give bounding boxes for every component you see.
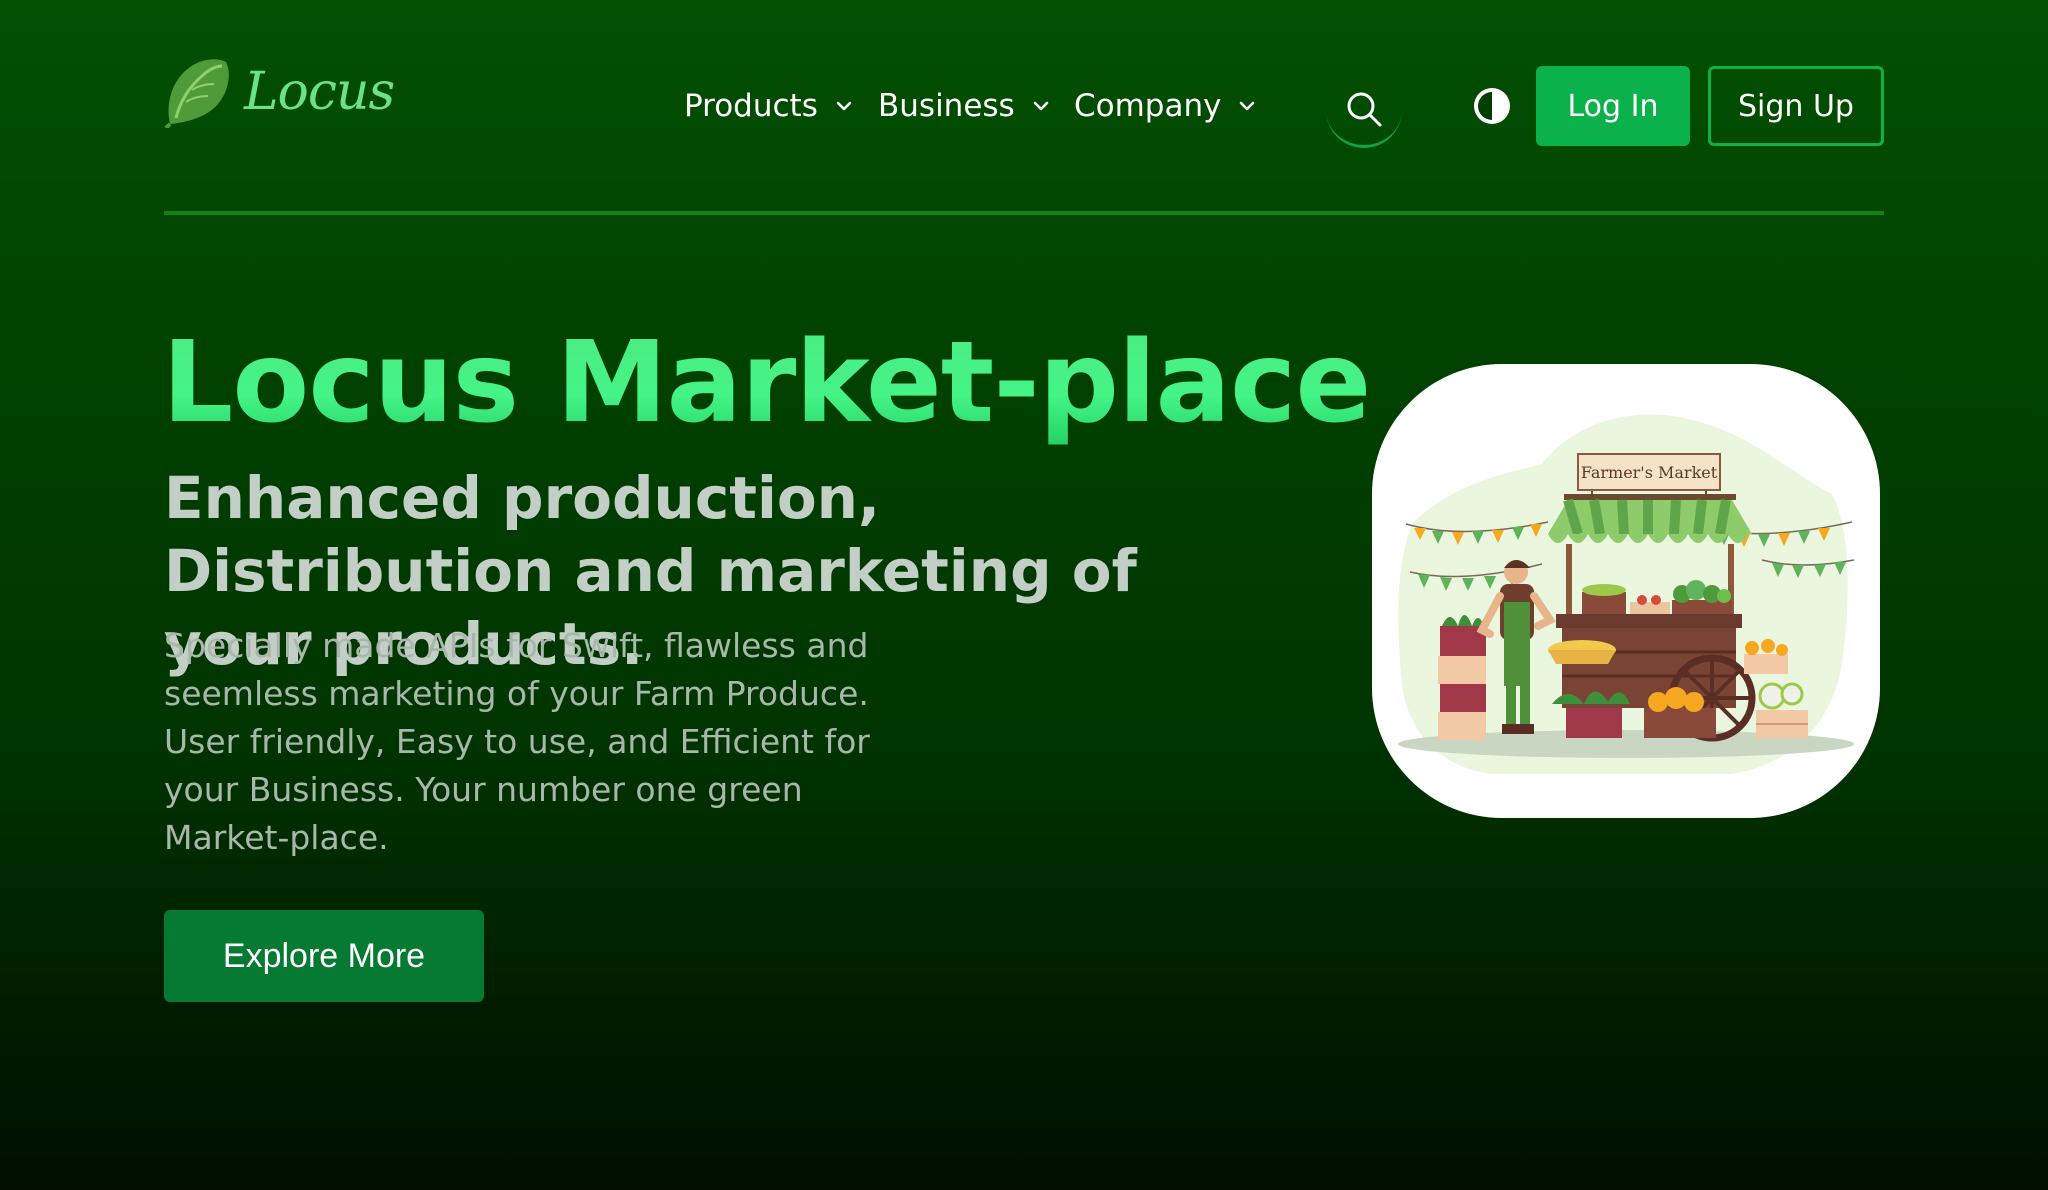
nav-products-label: Products [684, 88, 818, 124]
search-button[interactable] [1326, 72, 1402, 148]
explore-more-button[interactable]: Explore More [164, 910, 484, 1002]
nav-company-label: Company [1074, 88, 1222, 124]
header-divider [164, 211, 1884, 215]
nav-business[interactable]: Business [878, 86, 1051, 126]
market-stall-graphic: Farmer's Market [1398, 414, 1855, 774]
sign-text: Farmer's Market [1581, 463, 1718, 482]
hero-title: Locus Market-place [162, 318, 1371, 448]
farmers-market-illustration: Farmer's Market [1372, 364, 1880, 818]
nav-company[interactable]: Company [1074, 86, 1257, 126]
brand-name: Locus [244, 62, 395, 122]
contrast-icon[interactable] [1470, 84, 1514, 128]
chevron-down-icon [1240, 101, 1255, 111]
hero-description: Specially made APIs for Swift, flawless … [164, 626, 870, 857]
login-button[interactable]: Log In [1536, 66, 1690, 146]
brand-logo[interactable]: Locus [162, 56, 395, 136]
nav-products[interactable]: Products [684, 86, 854, 126]
nav-business-label: Business [878, 88, 1015, 124]
chevron-down-icon [1033, 101, 1049, 111]
search-icon [1347, 92, 1382, 126]
signup-button[interactable]: Sign Up [1708, 66, 1884, 146]
lettuce-leaf-icon [164, 59, 229, 128]
chevron-down-icon [836, 101, 852, 111]
